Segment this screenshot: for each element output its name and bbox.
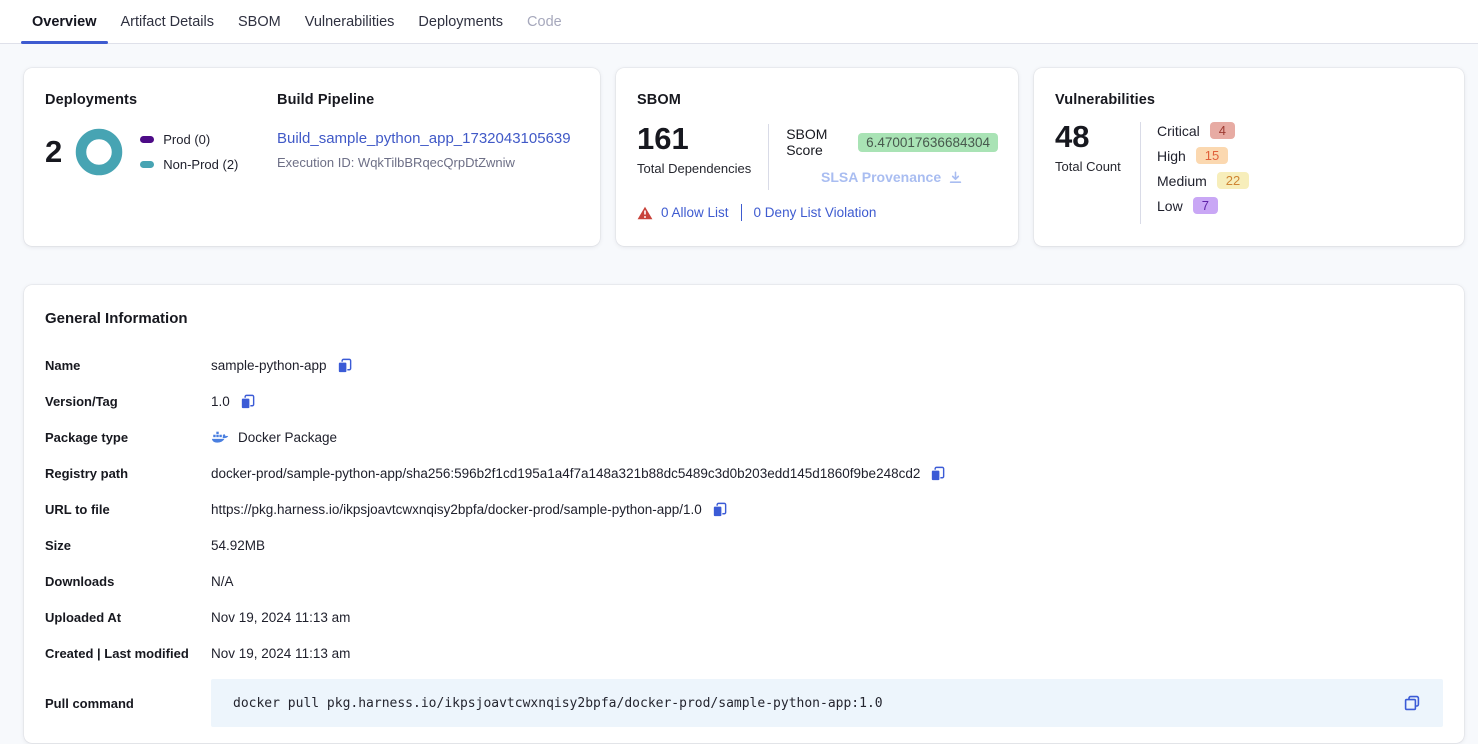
row-name: Name sample-python-app: [45, 347, 1443, 383]
copy-icon[interactable]: [336, 357, 353, 374]
medium-count-badge: 22: [1217, 172, 1249, 189]
build-pipeline-link[interactable]: Build_sample_python_app_1732043105639: [277, 130, 571, 147]
prod-legend-swatch: [140, 136, 154, 143]
pull-command-value: docker pull pkg.harness.io/ikpsjoavtcwxn…: [233, 696, 883, 711]
uploaded-at-label: Uploaded At: [45, 610, 211, 625]
downloads-value: N/A: [211, 574, 234, 589]
nonprod-legend-label: Non-Prod (2): [163, 157, 238, 172]
row-downloads: Downloads N/A: [45, 563, 1443, 599]
slsa-provenance-button[interactable]: SLSA Provenance: [786, 169, 998, 185]
legend-item-prod: Prod (0): [140, 132, 238, 147]
sbom-totals: 161 Total Dependencies: [637, 122, 751, 190]
version-tag-label: Version/Tag: [45, 394, 211, 409]
deployments-donut-chart: [75, 128, 123, 176]
summary-cards-row: Deployments 2 Prod (0) Non-Prod (2): [0, 44, 1478, 246]
row-pull-command: Pull command docker pull pkg.harness.io/…: [45, 679, 1443, 727]
general-information-card: General Information Name sample-python-a…: [24, 285, 1464, 743]
tab-overview[interactable]: Overview: [20, 0, 109, 43]
deployments-card: Deployments 2 Prod (0) Non-Prod (2): [24, 68, 600, 246]
downloads-label: Downloads: [45, 574, 211, 589]
created-modified-value: Nov 19, 2024 11:13 am: [211, 646, 350, 661]
created-modified-label: Created | Last modified: [45, 646, 211, 661]
copy-icon[interactable]: [711, 501, 728, 518]
tab-vulnerabilities[interactable]: Vulnerabilities: [293, 0, 407, 43]
registry-path-label: Registry path: [45, 466, 211, 481]
build-pipeline-section: Build Pipeline Build_sample_python_app_1…: [277, 92, 571, 246]
row-created-modified: Created | Last modified Nov 19, 2024 11:…: [45, 635, 1443, 671]
uploaded-at-value: Nov 19, 2024 11:13 am: [211, 610, 350, 625]
medium-label: Medium: [1157, 173, 1207, 189]
vulnerabilities-card: Vulnerabilities 48 Total Count Critical …: [1034, 68, 1464, 246]
severity-row-critical: Critical 4: [1157, 122, 1249, 139]
links-divider: [741, 204, 742, 221]
vulnerabilities-totals: 48 Total Count: [1055, 120, 1127, 224]
size-label: Size: [45, 538, 211, 553]
tab-bar: Overview Artifact Details SBOM Vulnerabi…: [0, 0, 1478, 44]
sbom-score-badge: 6.470017636684304: [858, 133, 998, 152]
row-url-to-file: URL to file https://pkg.harness.io/ikpsj…: [45, 491, 1443, 527]
sbom-total-label: Total Dependencies: [637, 161, 751, 176]
severity-row-low: Low 7: [1157, 197, 1249, 214]
tab-deployments[interactable]: Deployments: [406, 0, 515, 43]
download-icon: [948, 170, 963, 185]
vulnerabilities-divider: [1140, 122, 1141, 224]
sbom-card: SBOM 161 Total Dependencies SBOM Score 6…: [616, 68, 1018, 246]
sbom-title: SBOM: [637, 92, 998, 108]
deployments-title: Deployments: [45, 92, 277, 108]
deployments-total: 2: [45, 135, 62, 169]
tab-code: Code: [515, 0, 574, 43]
row-registry-path: Registry path docker-prod/sample-python-…: [45, 455, 1443, 491]
low-label: Low: [1157, 198, 1183, 214]
deployments-legend: Prod (0) Non-Prod (2): [140, 132, 238, 172]
sbom-score-label: SBOM Score: [786, 126, 849, 158]
registry-path-value: docker-prod/sample-python-app/sha256:596…: [211, 466, 920, 481]
warning-triangle-icon: [637, 206, 653, 220]
version-tag-value: 1.0: [211, 394, 230, 409]
tab-artifact-details[interactable]: Artifact Details: [109, 0, 226, 43]
execution-id-text: Execution ID: WqkTilbBRqecQrpDtZwniw: [277, 155, 571, 170]
size-value: 54.92MB: [211, 538, 265, 553]
deny-list-violation-link[interactable]: 0 Deny List Violation: [754, 205, 877, 220]
critical-label: Critical: [1157, 123, 1200, 139]
high-count-badge: 15: [1196, 147, 1228, 164]
vulnerabilities-total-label: Total Count: [1055, 159, 1127, 174]
low-count-badge: 7: [1193, 197, 1218, 214]
copy-icon[interactable]: [929, 465, 946, 482]
critical-count-badge: 4: [1210, 122, 1235, 139]
tab-sbom[interactable]: SBOM: [226, 0, 293, 43]
row-uploaded-at: Uploaded At Nov 19, 2024 11:13 am: [45, 599, 1443, 635]
row-version-tag: Version/Tag 1.0: [45, 383, 1443, 419]
allow-list-link[interactable]: 0 Allow List: [661, 205, 729, 220]
pull-command-label: Pull command: [45, 696, 211, 711]
severity-row-medium: Medium 22: [1157, 172, 1249, 189]
slsa-provenance-label: SLSA Provenance: [821, 169, 941, 185]
sbom-score-section: SBOM Score 6.470017636684304 SLSA Proven…: [786, 122, 998, 190]
general-information-title: General Information: [45, 310, 1443, 327]
row-package-type: Package type Docker Package: [45, 419, 1443, 455]
package-type-label: Package type: [45, 430, 211, 445]
copy-icon[interactable]: [1403, 694, 1421, 712]
vulnerabilities-total-count: 48: [1055, 120, 1127, 154]
pull-command-block: docker pull pkg.harness.io/ikpsjoavtcwxn…: [211, 679, 1443, 727]
high-label: High: [1157, 148, 1186, 164]
nonprod-legend-swatch: [140, 161, 154, 168]
prod-legend-label: Prod (0): [163, 132, 210, 147]
name-label: Name: [45, 358, 211, 373]
url-to-file-label: URL to file: [45, 502, 211, 517]
severity-row-high: High 15: [1157, 147, 1249, 164]
deployments-section: Deployments 2 Prod (0) Non-Prod (2): [45, 92, 277, 246]
package-type-value: Docker Package: [238, 430, 337, 445]
sbom-divider: [768, 124, 769, 190]
vulnerabilities-title: Vulnerabilities: [1055, 92, 1444, 108]
url-to-file-value: https://pkg.harness.io/ikpsjoavtcwxnqisy…: [211, 502, 702, 517]
sbom-total-dependencies: 161: [637, 122, 751, 156]
row-size: Size 54.92MB: [45, 527, 1443, 563]
copy-icon[interactable]: [239, 393, 256, 410]
severity-list: Critical 4 High 15 Medium 22 Low 7: [1157, 120, 1249, 224]
name-value: sample-python-app: [211, 358, 327, 373]
build-pipeline-title: Build Pipeline: [277, 92, 571, 108]
legend-item-nonprod: Non-Prod (2): [140, 157, 238, 172]
docker-whale-icon: [211, 430, 229, 444]
